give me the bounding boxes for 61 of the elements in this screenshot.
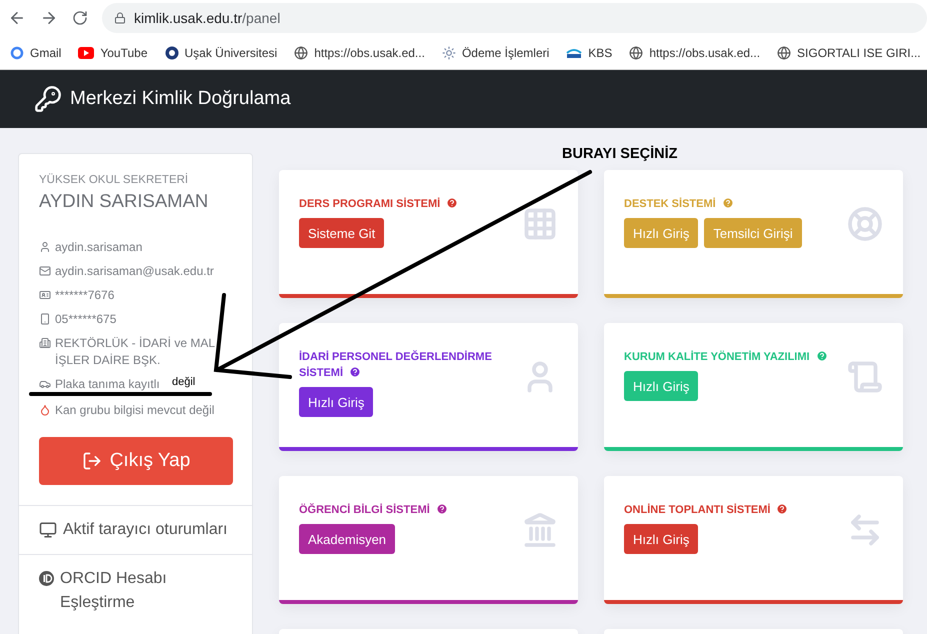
id-icon: [39, 289, 51, 301]
bookmark[interactable]: Ödeme İşlemleri: [442, 46, 550, 60]
bookmark[interactable]: KBS: [566, 46, 612, 60]
bookmark[interactable]: https://obs.usak.ed...: [294, 46, 425, 60]
menu-item[interactable]: ORCID Hesabı Eşleştirme: [19, 554, 252, 627]
youtube-icon: [78, 46, 94, 58]
lock-icon: [114, 12, 126, 24]
car-icon: [39, 378, 51, 390]
user-name: AYDIN SARISAMAN: [39, 190, 210, 212]
globe-icon: [629, 46, 644, 60]
reload-button[interactable]: [72, 10, 88, 26]
profile-info: REKTÖRLÜK - İDARİ ve MAL İŞLER DAİRE BŞK.: [55, 335, 216, 369]
profile-info: Kan grubu bilgisi mevcut değil: [55, 402, 214, 419]
bookmark[interactable]: Uşak Üniversitesi: [164, 46, 278, 60]
orcid-icon: [39, 571, 54, 586]
system-title: DERS PROGRAMI SİSTEMİ: [299, 196, 522, 212]
help-icon[interactable]: [349, 366, 362, 378]
logout-button[interactable]: Çıkış Yap: [39, 437, 233, 485]
bookmark[interactable]: SIGORTALI ISE GIRI...: [777, 46, 921, 60]
profile-info: 05******675: [55, 311, 116, 328]
bookmark[interactable]: https://obs.usak.ed...: [629, 46, 760, 60]
grid-icon: [522, 206, 558, 242]
system-title: ONLİNE TOPLANTI SİSTEMİ: [624, 502, 847, 518]
blood-icon: [39, 404, 51, 416]
system-title: İDARİ PERSONEL DEĞERLENDİRME SİSTEMİ: [299, 349, 493, 381]
scroll-icon: [847, 359, 883, 395]
phone-icon: [39, 313, 51, 325]
help-icon[interactable]: [776, 503, 788, 515]
globe-icon: [294, 46, 308, 60]
mail-icon: [39, 265, 51, 277]
annotation-note: değil: [172, 376, 196, 388]
login-button[interactable]: Hızlı Giriş: [299, 387, 374, 417]
menu-item[interactable]: Aktif tarayıcı oturumları: [19, 505, 252, 554]
app-title: Merkezi Kimlik Doğrulama: [70, 88, 291, 110]
user-role: YÜKSEK OKUL SEKRETERİ: [39, 174, 190, 186]
lifebuoy-icon: [847, 206, 883, 242]
monitor-icon: [39, 521, 57, 539]
system-title: ÖĞRENCİ BİLGİ SİSTEMİ: [299, 502, 522, 518]
login-button[interactable]: Sisteme Git: [299, 218, 384, 248]
profile-info: *******7676: [55, 287, 114, 304]
login-button[interactable]: Akademisyen: [299, 524, 396, 554]
help-icon[interactable]: [446, 197, 458, 209]
bookmark[interactable]: Gmail: [10, 46, 62, 60]
address-bar[interactable]: kimlik.usak.edu.tr/panel: [102, 3, 927, 33]
bookmark[interactable]: YouTube: [78, 46, 148, 60]
building-icon: [522, 512, 558, 548]
profile-info: aydin.sarisaman: [55, 239, 142, 256]
help-icon[interactable]: [436, 503, 448, 515]
building-icon: [39, 337, 51, 349]
profile-info: aydin.sarisaman@usak.edu.tr: [55, 263, 214, 280]
logout-icon: [82, 451, 102, 471]
system-title: DESTEK SİSTEMİ: [624, 196, 847, 212]
user-icon: [39, 241, 51, 253]
system-title: KURUM KALİTE YÖNETİM YAZILIMI: [624, 349, 847, 365]
annotation-text: BURAYI SEÇİNİZ: [562, 146, 678, 162]
key-icon: [34, 85, 62, 113]
profile-info: Plaka tanıma kayıtlı: [55, 376, 160, 393]
forward-button[interactable]: [40, 9, 58, 27]
back-button[interactable]: [8, 9, 26, 27]
globe-icon: [777, 46, 792, 60]
login-button[interactable]: Hızlı Giriş: [624, 524, 698, 554]
